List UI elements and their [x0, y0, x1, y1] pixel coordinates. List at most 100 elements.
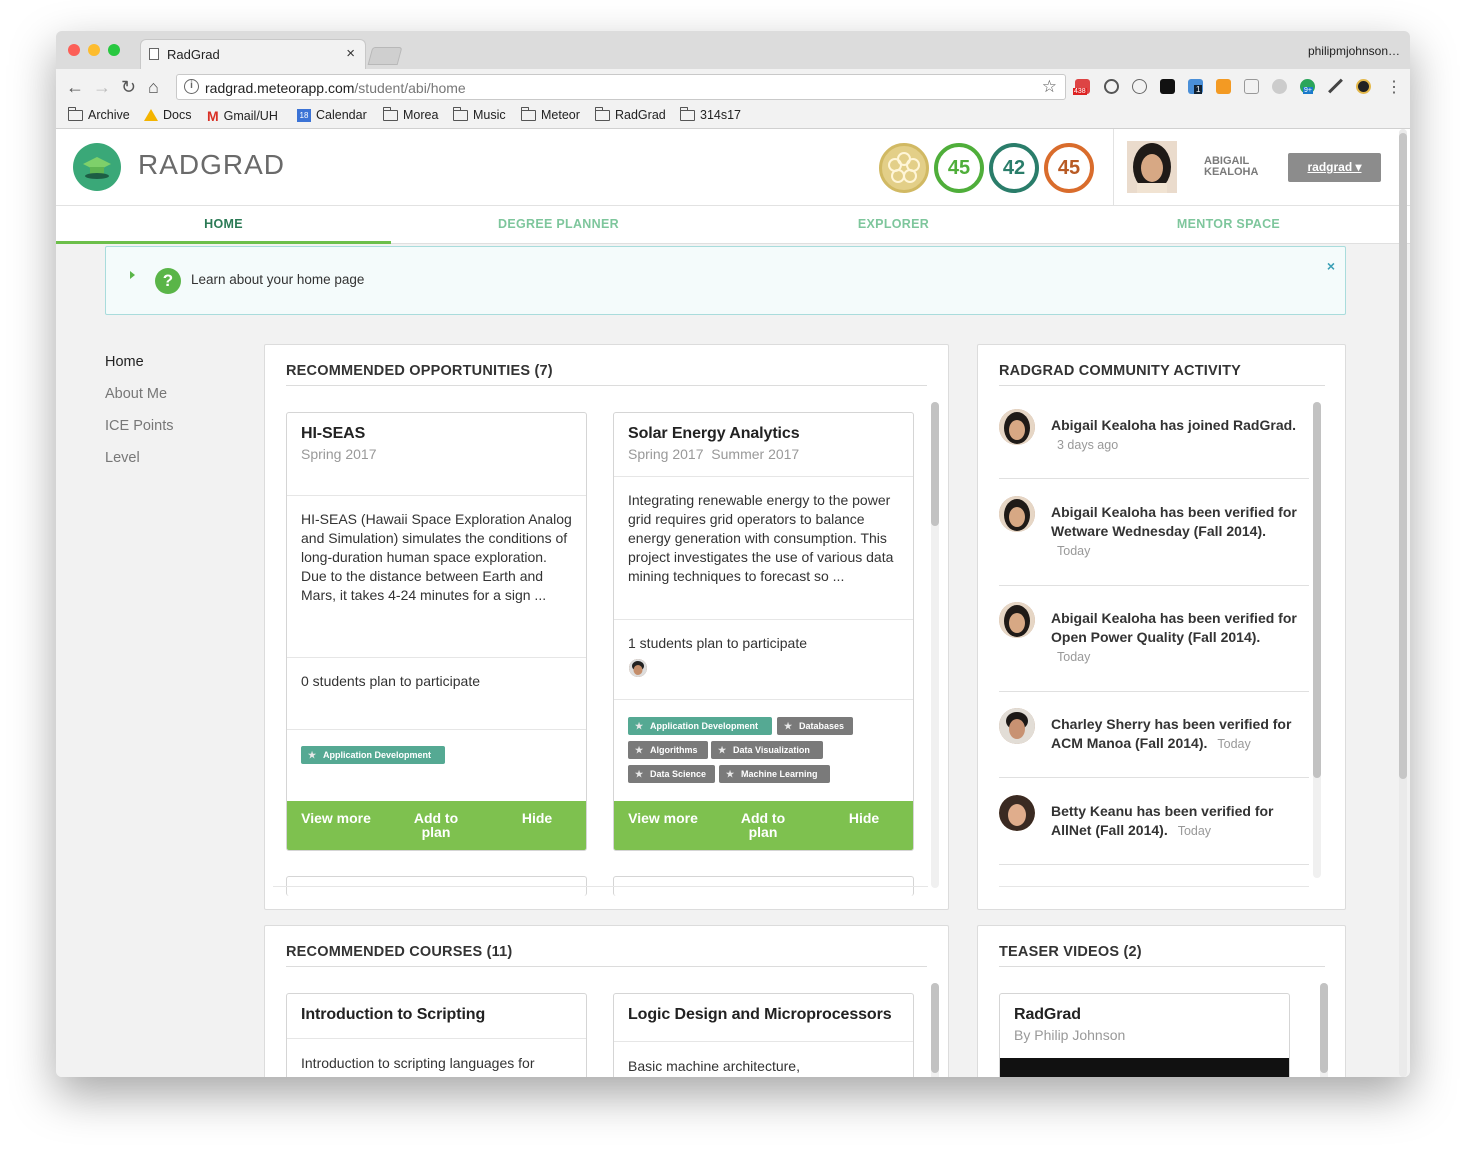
jetbrains-ext-icon[interactable] — [1160, 79, 1175, 94]
competency-score[interactable]: 42 — [989, 143, 1039, 193]
one-ext-icon[interactable]: 1 — [1188, 79, 1203, 94]
card-title[interactable]: Logic Design and Microprocessors — [628, 1006, 892, 1024]
panel-title: RECOMMENDED COURSES (11) — [286, 944, 513, 960]
interest-tag[interactable]: Machine Learning — [719, 765, 830, 783]
interest-tag[interactable]: Application Development — [628, 717, 772, 735]
reload-icon[interactable]: ↻ — [121, 77, 136, 98]
video-player[interactable] — [1000, 1058, 1289, 1077]
bookmark-music[interactable]: Music — [453, 106, 506, 122]
nav-mentor-space[interactable]: MENTOR SPACE — [1061, 206, 1396, 244]
scroll-thumb[interactable] — [931, 983, 939, 1073]
tab-bar: RadGrad × philipmjohnson… — [56, 31, 1410, 69]
browser-tab[interactable]: RadGrad × — [140, 39, 366, 69]
bookmark-docs[interactable]: Docs — [144, 108, 191, 122]
bookmark-314s17[interactable]: 314s17 — [680, 106, 741, 122]
activity-avatar[interactable] — [999, 708, 1035, 744]
card-title[interactable]: Introduction to Scripting — [301, 1006, 485, 1024]
help-banner[interactable]: ? Learn about your home page × — [105, 246, 1346, 315]
side-item-ice-points[interactable]: ICE Points — [105, 418, 174, 437]
activity-scrollbar[interactable] — [1313, 402, 1321, 878]
opportunities-scrollbar[interactable] — [931, 402, 939, 888]
maximize-window-button[interactable] — [108, 44, 120, 56]
activity-avatar[interactable] — [999, 496, 1035, 532]
card-divider — [614, 699, 913, 700]
participant-avatar[interactable] — [629, 659, 647, 677]
chart-ext-icon[interactable] — [1216, 79, 1231, 94]
user-avatar[interactable] — [1127, 141, 1177, 193]
videos-scrollbar[interactable] — [1320, 983, 1328, 1077]
bookmark-meteor[interactable]: Meteor — [521, 106, 580, 122]
forward-icon[interactable]: → — [93, 77, 111, 98]
interest-tag[interactable]: Databases — [777, 717, 853, 735]
interest-tag[interactable]: Data Science — [628, 765, 715, 783]
nav-home[interactable]: HOME — [56, 206, 391, 244]
help-text[interactable]: Learn about your home page — [191, 272, 364, 287]
expand-caret-icon[interactable] — [130, 271, 135, 279]
interest-tag[interactable]: Algorithms — [628, 741, 708, 759]
bookmark-morea[interactable]: Morea — [383, 106, 438, 122]
view-more-button[interactable]: View more — [628, 811, 698, 825]
level-flower-icon[interactable] — [879, 143, 929, 193]
activity-avatar[interactable] — [999, 409, 1035, 445]
card-title[interactable]: HI-SEAS — [301, 425, 365, 443]
activity-time: 3 days ago — [1057, 438, 1119, 452]
add-to-plan-button[interactable]: Add to plan — [728, 811, 798, 839]
view-more-button[interactable]: View more — [301, 811, 371, 825]
info-icon[interactable]: i — [184, 79, 199, 94]
color-ext-icon[interactable] — [1356, 79, 1371, 94]
calendar-ext-icon[interactable]: 438 — [1073, 79, 1090, 95]
activity-avatar[interactable] — [999, 795, 1035, 831]
home-icon[interactable]: ⌂ — [148, 77, 159, 98]
close-window-button[interactable] — [68, 44, 80, 56]
menu-icon[interactable]: ⋮ — [1386, 77, 1402, 97]
bookmark-radgrad[interactable]: RadGrad — [595, 106, 666, 122]
radgrad-logo-icon[interactable] — [73, 143, 121, 191]
hangouts-ext-icon[interactable]: 9+ — [1300, 79, 1315, 94]
cloud-ext-icon[interactable] — [1272, 79, 1287, 94]
side-item-about-me[interactable]: About Me — [105, 386, 174, 405]
interest-tag[interactable]: Application Development — [301, 746, 445, 764]
bookmark-archive[interactable]: Archive — [68, 106, 130, 122]
eyedropper-ext-icon[interactable] — [1328, 78, 1343, 94]
side-item-home[interactable]: Home — [105, 354, 174, 373]
url-path: /student/abi/home — [354, 80, 466, 96]
address-bar[interactable]: i radgrad.meteorapp.com/student/abi/home… — [176, 74, 1066, 100]
logo-text[interactable]: RADGRAD — [138, 149, 285, 181]
profile-name[interactable]: philipmjohnson… — [1308, 44, 1400, 58]
bookmark-calendar[interactable]: 18 Calendar — [297, 108, 367, 122]
hide-button[interactable]: Hide — [829, 811, 899, 825]
card-title[interactable]: RadGrad — [1014, 1006, 1081, 1024]
bookmark-star-icon[interactable]: ☆ — [1042, 77, 1057, 97]
interest-tag[interactable]: Data Visualization — [711, 741, 823, 759]
edit-ext-icon[interactable] — [1244, 79, 1259, 94]
courses-scrollbar[interactable] — [931, 983, 939, 1077]
sync-ext-icon[interactable] — [1104, 79, 1119, 94]
scroll-thumb[interactable] — [1320, 983, 1328, 1073]
activity-avatar[interactable] — [999, 602, 1035, 638]
back-icon[interactable]: ← — [66, 77, 84, 98]
new-tab-button[interactable] — [367, 47, 403, 65]
nav-explorer[interactable]: EXPLORER — [726, 206, 1061, 244]
card-description: Integrating renewable energy to the powe… — [628, 492, 894, 584]
experience-score[interactable]: 45 — [1044, 143, 1094, 193]
tab-close-button[interactable]: × — [346, 45, 355, 62]
hide-button[interactable]: Hide — [502, 811, 572, 825]
scroll-thumb[interactable] — [1313, 402, 1321, 778]
teaser-videos-panel: TEASER VIDEOS (2) RadGrad By Philip John… — [977, 925, 1346, 1077]
pause-ext-icon[interactable] — [1132, 79, 1147, 94]
innovation-score[interactable]: 45 — [934, 143, 984, 193]
page-scrollbar[interactable] — [1399, 129, 1407, 1077]
side-item-level[interactable]: Level — [105, 450, 174, 469]
close-icon[interactable]: × — [1327, 258, 1335, 274]
url-text[interactable]: radgrad.meteorapp.com/student/abi/home — [205, 80, 466, 96]
calendar-icon: 18 — [297, 108, 311, 122]
bookmark-label: Calendar — [316, 108, 367, 122]
add-to-plan-button[interactable]: Add to plan — [401, 811, 471, 839]
card-title[interactable]: Solar Energy Analytics — [628, 425, 800, 443]
bookmark-gmail[interactable]: M Gmail/UH — [207, 108, 278, 124]
scroll-thumb[interactable] — [1399, 133, 1407, 779]
minimize-window-button[interactable] — [88, 44, 100, 56]
scroll-thumb[interactable] — [931, 402, 939, 526]
user-dropdown-button[interactable]: radgrad ▾ — [1288, 153, 1381, 182]
nav-degree-planner[interactable]: DEGREE PLANNER — [391, 206, 726, 244]
